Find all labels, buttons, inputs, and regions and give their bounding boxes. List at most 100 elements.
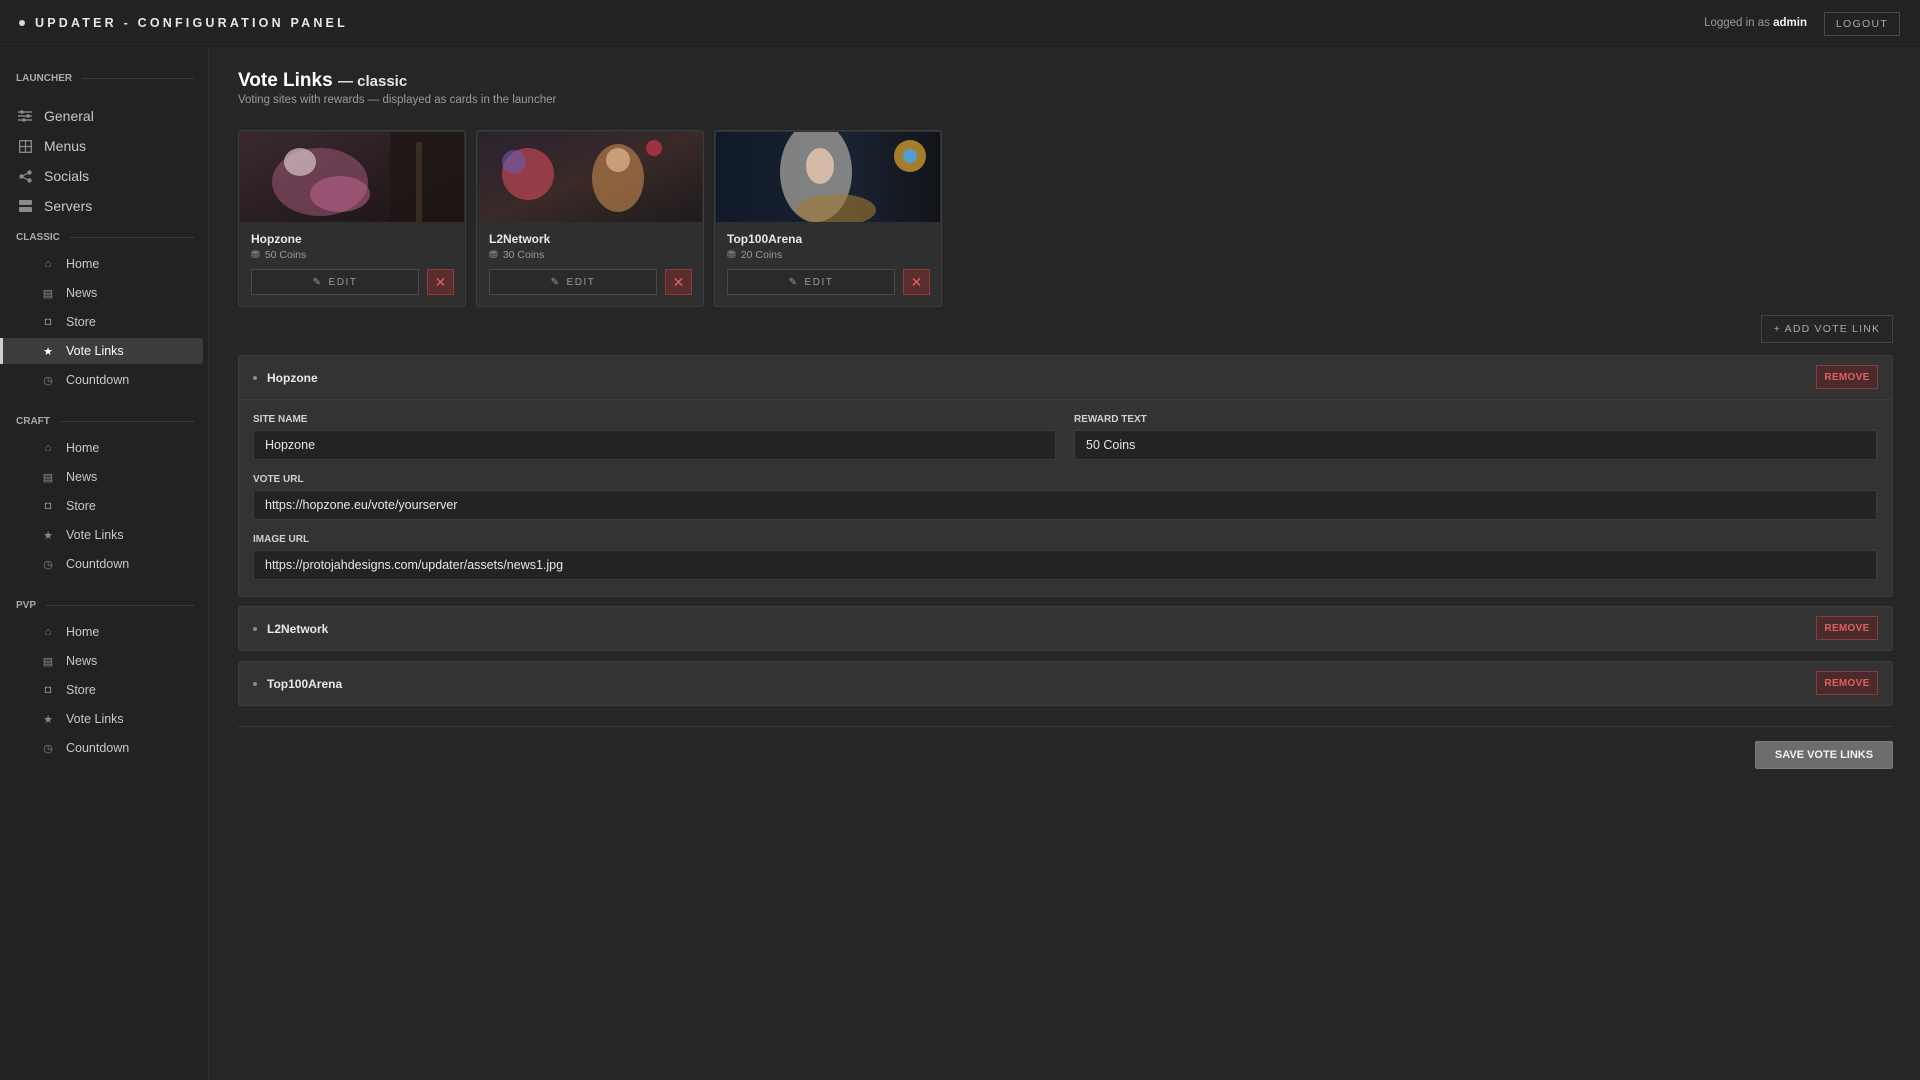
coins-icon: ⛃ — [489, 249, 498, 261]
sidebar-item-classic-store[interactable]: ◘ Store — [0, 309, 203, 335]
sidebar-item-classic-vote-links[interactable]: ★ Vote Links — [0, 338, 203, 364]
newspaper-icon: ▤ — [42, 287, 54, 300]
sidebar-item-label: News — [66, 654, 98, 668]
sidebar-item-craft-vote-links[interactable]: ★ Vote Links — [0, 522, 203, 548]
star-icon: ★ — [43, 713, 53, 726]
vote-card-title: Top100Arena — [727, 232, 803, 246]
sidebar-item-label: Vote Links — [66, 528, 124, 542]
vote-card-image — [478, 132, 702, 222]
sidebar-item-classic-home[interactable]: ⌂ Home — [0, 251, 203, 277]
clock-icon: ◷ — [43, 374, 53, 387]
vote-link-editor-hopzone: Hopzone REMOVE SITE NAME REWARD TEXT VOT… — [238, 355, 1893, 597]
sidebar: LAUNCHER General Menus Socials Servers C… — [0, 48, 209, 1080]
sidebar-item-label: Vote Links — [66, 344, 124, 358]
remove-button[interactable]: REMOVE — [1816, 616, 1878, 640]
edit-button[interactable]: ✎ EDIT — [489, 269, 657, 295]
clock-icon: ◷ — [43, 558, 53, 571]
sidebar-item-label: Store — [66, 315, 96, 329]
sidebar-item-pvp-news[interactable]: ▤ News — [0, 648, 203, 674]
delete-button[interactable]: ✕ — [427, 269, 454, 295]
remove-button[interactable]: REMOVE — [1816, 671, 1878, 695]
top-bar: UPDATER - CONFIGURATION PANEL Logged in … — [0, 0, 1920, 47]
pencil-icon: ✎ — [788, 276, 799, 288]
vote-card-reward-text: 30 Coins — [502, 249, 545, 261]
sidebar-item-pvp-vote-links[interactable]: ★ Vote Links — [0, 706, 203, 732]
site-name-input[interactable] — [253, 430, 1056, 460]
sidebar-item-pvp-store[interactable]: ◘ Store — [0, 677, 203, 703]
share-icon — [18, 169, 32, 183]
login-status: Logged in as admin — [1704, 17, 1807, 29]
delete-button[interactable]: ✕ — [903, 269, 930, 295]
sidebar-item-classic-news[interactable]: ▤ News — [0, 280, 203, 306]
sidebar-item-label: Servers — [44, 198, 93, 214]
vote-link-editor-l2network: L2Network REMOVE — [238, 606, 1893, 651]
server-icon — [18, 199, 32, 213]
home-icon: ⌂ — [44, 626, 52, 638]
vote-card-reward-text: 50 Coins — [264, 249, 307, 261]
image-url-input[interactable] — [253, 550, 1877, 580]
sidebar-item-label: Store — [66, 683, 96, 697]
sidebar-item-label: Countdown — [66, 373, 130, 387]
divider — [82, 78, 194, 79]
vote-card: L2Network ⛃ 30 Coins ✎ EDIT ✕ — [476, 130, 704, 307]
vote-link-header[interactable]: Top100Arena REMOVE — [239, 662, 1892, 705]
sidebar-heading-text: LAUNCHER — [16, 73, 73, 84]
sidebar-heading-text: PVP — [16, 600, 37, 611]
vote-card-reward: ⛃ 20 Coins — [727, 249, 782, 261]
newspaper-icon: ▤ — [42, 471, 54, 484]
vote-card: Top100Arena ⛃ 20 Coins ✎ EDIT ✕ — [714, 130, 942, 307]
sidebar-heading-text: CRAFT — [16, 416, 50, 427]
vote-url-input[interactable] — [253, 490, 1877, 520]
sliders-icon — [18, 109, 32, 123]
delete-button[interactable]: ✕ — [665, 269, 692, 295]
home-icon: ⌂ — [44, 258, 52, 270]
sidebar-item-pvp-countdown[interactable]: ◷ Countdown — [0, 735, 203, 761]
divider — [69, 237, 194, 238]
edit-button[interactable]: ✎ EDIT — [251, 269, 419, 295]
clock-icon: ◷ — [43, 742, 53, 755]
sidebar-item-socials[interactable]: Socials — [18, 165, 89, 187]
sidebar-item-general[interactable]: General — [18, 105, 94, 127]
save-vote-links-button[interactable]: SAVE VOTE LINKS — [1755, 741, 1893, 769]
sidebar-item-label: Home — [66, 257, 100, 271]
sidebar-heading-craft: CRAFT — [16, 416, 194, 427]
vote-card: Hopzone ⛃ 50 Coins ✎ EDIT ✕ — [238, 130, 466, 307]
page-title: Vote Links — classic — [238, 70, 407, 92]
sidebar-item-label: News — [66, 286, 98, 300]
vote-link-editor-top100arena: Top100Arena REMOVE — [238, 661, 1893, 706]
vote-link-form: SITE NAME REWARD TEXT VOTE URL IMAGE URL — [239, 399, 1892, 596]
sidebar-item-label: Countdown — [66, 557, 130, 571]
remove-button[interactable]: REMOVE — [1816, 365, 1878, 389]
vote-card-title: Hopzone — [251, 232, 302, 246]
sidebar-item-craft-countdown[interactable]: ◷ Countdown — [0, 551, 203, 577]
vote-link-header[interactable]: Hopzone REMOVE — [239, 356, 1892, 399]
reward-text-input[interactable] — [1074, 430, 1877, 460]
site-name-label: SITE NAME — [253, 414, 308, 425]
sidebar-item-servers[interactable]: Servers — [18, 195, 92, 217]
sidebar-item-pvp-home[interactable]: ⌂ Home — [0, 619, 203, 645]
shopping-bag-icon: ◘ — [44, 500, 52, 512]
sidebar-item-craft-store[interactable]: ◘ Store — [0, 493, 203, 519]
sidebar-item-label: Home — [66, 625, 100, 639]
sidebar-heading-launcher: LAUNCHER — [16, 73, 194, 84]
logout-button[interactable]: LOGOUT — [1824, 12, 1900, 36]
vote-card-image — [240, 132, 464, 222]
sidebar-item-classic-countdown[interactable]: ◷ Countdown — [0, 367, 203, 393]
sidebar-item-craft-news[interactable]: ▤ News — [0, 464, 203, 490]
coins-icon: ⛃ — [251, 249, 260, 261]
sidebar-item-menus[interactable]: Menus — [18, 135, 86, 157]
page-title-suffix: — classic — [337, 73, 408, 90]
sidebar-item-label: Socials — [44, 168, 90, 184]
vote-card-reward-text: 20 Coins — [740, 249, 783, 261]
sidebar-item-craft-home[interactable]: ⌂ Home — [0, 435, 203, 461]
login-user: admin — [1773, 17, 1807, 29]
coins-icon: ⛃ — [727, 249, 736, 261]
pencil-icon: ✎ — [312, 276, 323, 288]
home-icon: ⌂ — [44, 442, 52, 454]
image-url-label: IMAGE URL — [253, 534, 310, 545]
vote-link-name: Top100Arena — [267, 676, 343, 691]
add-vote-link-button[interactable]: + ADD VOTE LINK — [1761, 315, 1893, 343]
grid-icon — [18, 139, 32, 153]
vote-link-header[interactable]: L2Network REMOVE — [239, 607, 1892, 650]
edit-button[interactable]: ✎ EDIT — [727, 269, 895, 295]
